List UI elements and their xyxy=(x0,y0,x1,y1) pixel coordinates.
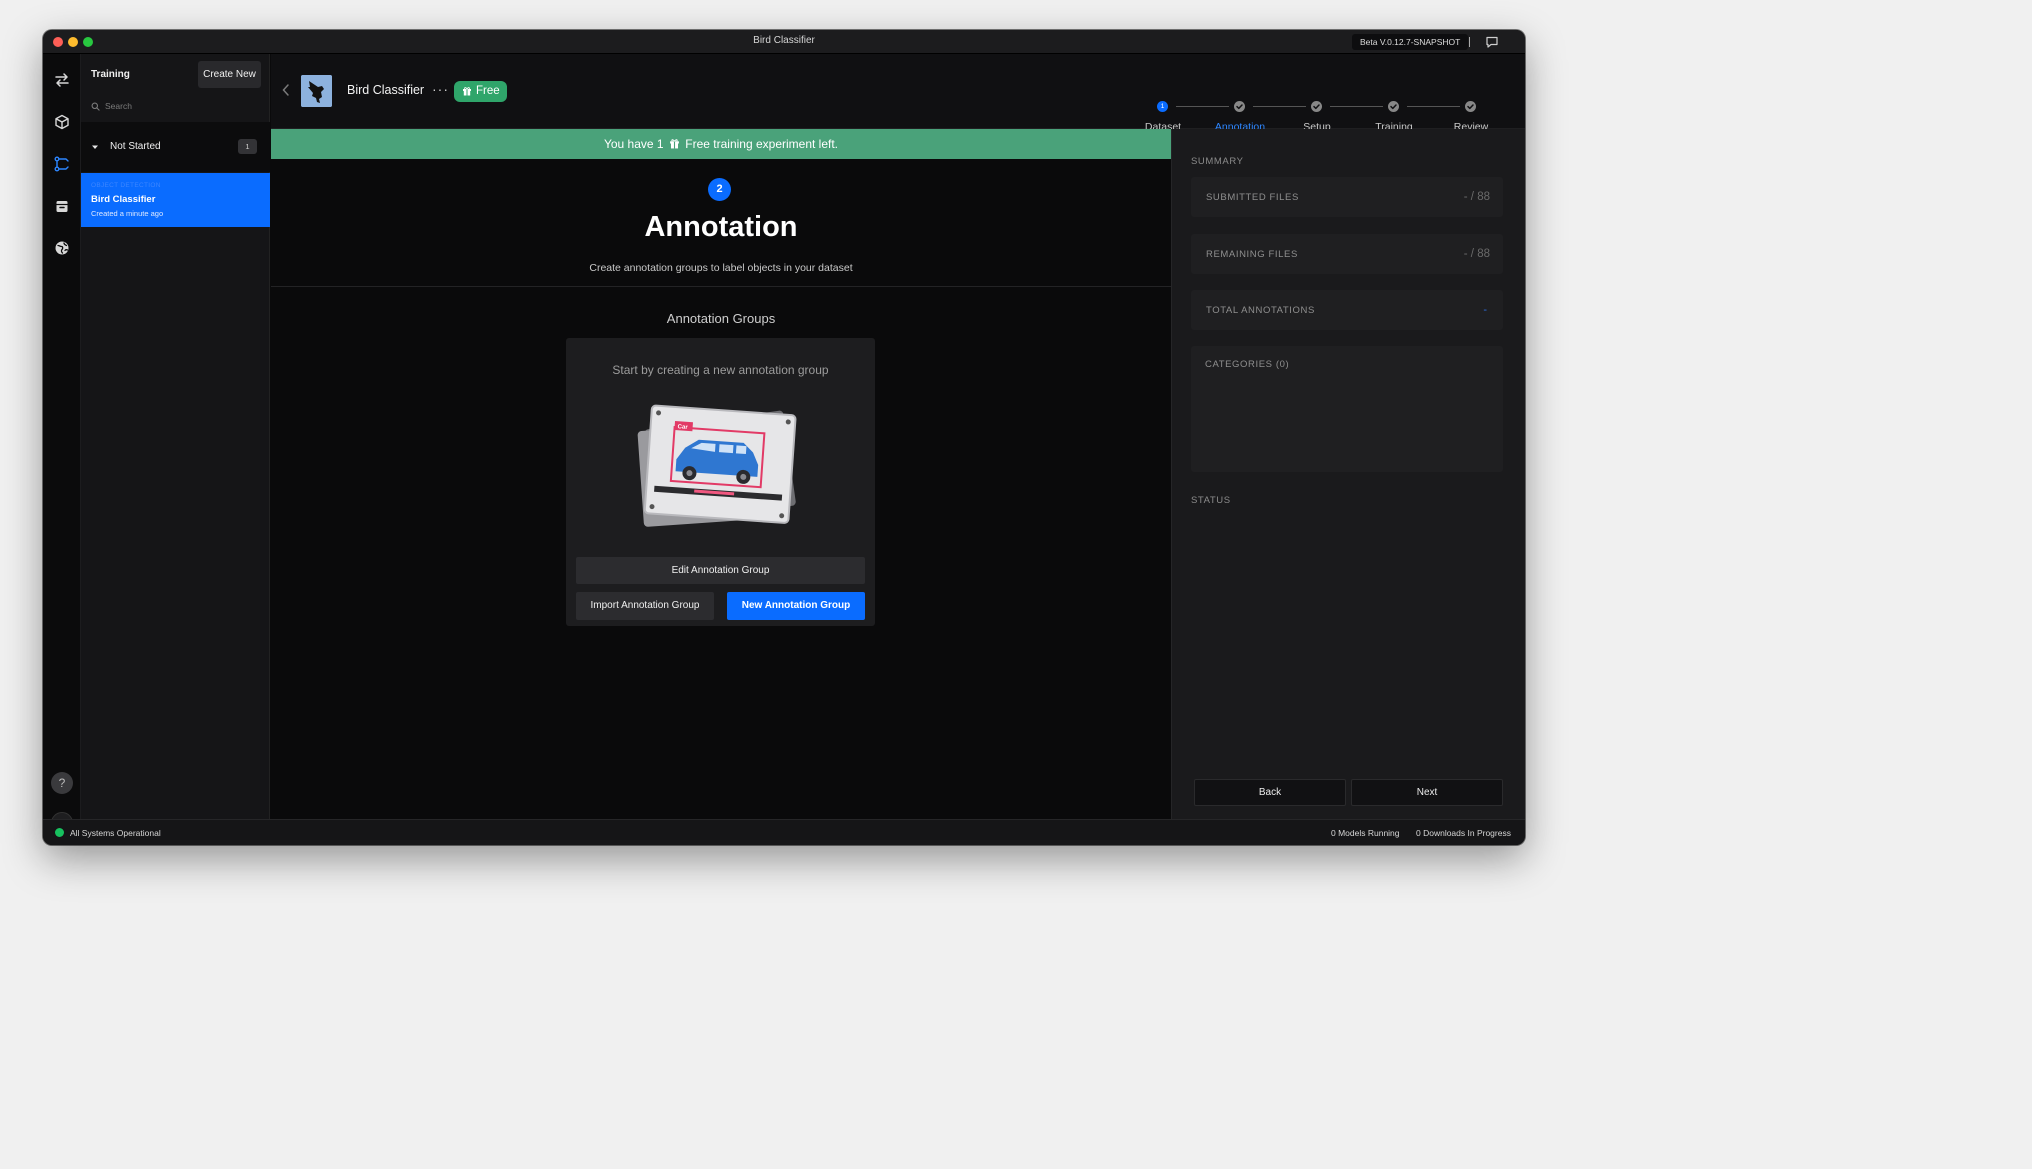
downloads-progress-text: 0 Downloads In Progress xyxy=(1416,828,1511,838)
free-experiment-banner: You have 1 Free training experiment left… xyxy=(271,129,1171,159)
gift-icon xyxy=(463,87,471,96)
next-button[interactable]: Next xyxy=(1351,779,1503,806)
step-marker-dataset[interactable]: 1 xyxy=(1157,101,1168,112)
search-placeholder: Search xyxy=(105,101,132,111)
project-name: Bird Classifier xyxy=(347,83,425,97)
submitted-files-card: SUBMITTED FILES - / 88 xyxy=(1191,177,1503,217)
help-button[interactable]: ? xyxy=(51,772,73,794)
archive-icon[interactable] xyxy=(53,197,71,215)
item-created-time: Created a minute ago xyxy=(91,209,164,218)
caret-down-icon xyxy=(92,145,98,149)
import-annotation-group-button[interactable]: Import Annotation Group xyxy=(576,592,714,620)
step-number-badge: 2 xyxy=(708,178,731,201)
status-indicator-icon xyxy=(55,828,64,837)
step-connector xyxy=(1407,106,1460,107)
step-connector xyxy=(1176,106,1229,107)
globe-icon[interactable] xyxy=(53,239,71,257)
categories-label: CATEGORIES (0) xyxy=(1205,359,1290,370)
page-subtitle: Create annotation groups to label object… xyxy=(589,262,853,274)
title-bar: Bird Classifier Beta V.0.12.7-SNAPSHOT xyxy=(43,30,1525,54)
group-label: Not Started xyxy=(110,141,161,152)
training-list-panel: Training Create New Search Not Started 1… xyxy=(81,54,270,819)
divider xyxy=(1469,37,1470,47)
chevron-left-icon[interactable] xyxy=(281,83,291,97)
check-icon[interactable] xyxy=(1311,101,1322,112)
total-annotations-label: TOTAL ANNOTATIONS xyxy=(1206,305,1315,316)
annotation-groups-card: Start by creating a new annotation group… xyxy=(566,338,875,626)
summary-heading: SUMMARY xyxy=(1191,156,1244,167)
edit-annotation-group-button[interactable]: Edit Annotation Group xyxy=(576,557,865,584)
group-header-not-started[interactable]: Not Started 1 xyxy=(81,122,270,172)
check-icon[interactable] xyxy=(1465,101,1476,112)
banner-suffix: Free training experiment left. xyxy=(685,137,839,151)
icon-rail: ? An xyxy=(43,54,81,834)
group-count-badge: 1 xyxy=(238,139,257,154)
version-badge: Beta V.0.12.7-SNAPSHOT xyxy=(1352,34,1469,50)
check-icon[interactable] xyxy=(1388,101,1399,112)
message-icon[interactable] xyxy=(1484,34,1500,50)
submitted-files-label: SUBMITTED FILES xyxy=(1206,192,1299,203)
annotation-illustration: Car xyxy=(637,404,797,527)
models-running-text: 0 Models Running xyxy=(1331,828,1400,838)
total-annotations-card: TOTAL ANNOTATIONS - xyxy=(1191,290,1503,330)
illustration-label: Car xyxy=(677,424,688,431)
step-connector xyxy=(1253,106,1306,107)
swap-icon[interactable] xyxy=(53,71,71,89)
item-type-tag: OBJECT DETECTION xyxy=(91,182,161,189)
check-icon[interactable] xyxy=(1234,101,1245,112)
remaining-files-label: REMAINING FILES xyxy=(1206,249,1298,260)
step-intro: 2 Annotation Create annotation groups to… xyxy=(271,159,1171,287)
new-annotation-group-button[interactable]: New Annotation Group xyxy=(727,592,865,620)
status-bar: All Systems Operational 0 Models Running… xyxy=(43,819,1525,845)
gift-icon xyxy=(670,139,679,149)
app-window: Bird Classifier Beta V.0.12.7-SNAPSHOT ? xyxy=(43,30,1525,845)
window-title: Bird Classifier xyxy=(753,35,815,46)
page-title: Annotation xyxy=(644,211,798,243)
summary-panel: SUMMARY SUBMITTED FILES - / 88 REMAINING… xyxy=(1171,129,1525,819)
remaining-files-value: - / 88 xyxy=(1463,248,1490,260)
remaining-files-card: REMAINING FILES - / 88 xyxy=(1191,234,1503,274)
project-header: Bird Classifier ··· Free 1 Dataset Annot… xyxy=(271,54,1525,133)
item-name: Bird Classifier xyxy=(91,194,156,205)
search-icon xyxy=(91,102,100,111)
list-item[interactable]: OBJECT DETECTION Bird Classifier Created… xyxy=(81,173,270,227)
step-connector xyxy=(1330,106,1383,107)
status-heading: STATUS xyxy=(1191,495,1231,506)
project-thumbnail xyxy=(301,75,332,107)
more-options-button[interactable]: ··· xyxy=(432,81,449,97)
free-badge: Free xyxy=(454,81,507,102)
total-annotations-value: - xyxy=(1483,304,1487,316)
panel-title: Training xyxy=(91,69,130,80)
create-new-button[interactable]: Create New xyxy=(198,61,261,88)
cube-icon[interactable] xyxy=(53,113,71,131)
submitted-files-value: - / 88 xyxy=(1463,191,1490,203)
system-status-text: All Systems Operational xyxy=(70,828,161,838)
back-button[interactable]: Back xyxy=(1194,779,1346,806)
free-badge-label: Free xyxy=(476,85,500,97)
section-heading: Annotation Groups xyxy=(666,311,776,326)
banner-prefix: You have 1 xyxy=(603,137,664,151)
categories-card: CATEGORIES (0) xyxy=(1191,346,1503,472)
empty-state-text: Start by creating a new annotation group xyxy=(612,363,829,377)
training-icon[interactable] xyxy=(53,155,71,173)
